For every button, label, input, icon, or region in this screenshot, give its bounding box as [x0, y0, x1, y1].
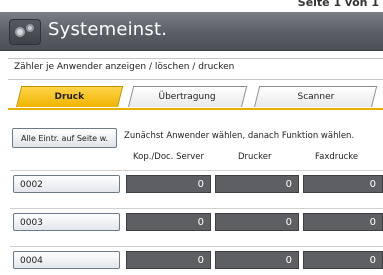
- window-title: Systemeinst.: [48, 19, 168, 40]
- table-row: 0002 0 0 0: [10, 170, 383, 197]
- user-select-button[interactable]: 0002: [13, 175, 120, 193]
- top-strip: Seite 1 von 1: [0, 0, 383, 10]
- function-subheader: Zähler je Anwender anzeigen / löschen / …: [8, 58, 383, 80]
- tab-label: Übertragung: [158, 92, 217, 102]
- tab-uebertragung[interactable]: Übertragung: [128, 86, 248, 107]
- counter-cell: 0: [215, 213, 299, 231]
- column-header-printer: Drucker: [238, 152, 272, 162]
- counter-cell: 0: [303, 213, 383, 231]
- tab-label: Scanner: [297, 92, 334, 102]
- tab-druck[interactable]: Druck: [16, 86, 124, 107]
- title-bar: Systemeinst.: [0, 12, 383, 51]
- counter-cell: 0: [126, 213, 211, 231]
- counter-cell: 0: [303, 251, 383, 269]
- table-row: 0003 0 0 0: [10, 208, 383, 235]
- counter-cell: 0: [126, 175, 211, 193]
- counter-cell: 0: [126, 251, 211, 269]
- user-select-button[interactable]: 0004: [13, 251, 120, 269]
- instruction-text: Zunächst Anwender wählen, danach Funktio…: [124, 131, 355, 141]
- page-indicator: Seite 1 von 1: [297, 0, 379, 9]
- table-row: 0004 0 0 0: [10, 246, 383, 273]
- select-all-on-page-button[interactable]: Alle Eintr. auf Seite w.: [12, 128, 117, 148]
- column-header-faxprints: Faxdrucke: [315, 152, 359, 162]
- tab-scanner[interactable]: Scanner: [254, 86, 378, 107]
- tab-label: Druck: [54, 92, 85, 102]
- counter-cell: 0: [215, 251, 299, 269]
- counter-cell: 0: [303, 175, 383, 193]
- column-header-copy-docserver: Kop./Doc. Server: [133, 152, 205, 162]
- subheader-text: Zähler je Anwender anzeigen / löschen / …: [14, 62, 235, 72]
- tab-bar: Druck Übertragung Scanner: [8, 86, 383, 110]
- settings-gear-icon: [9, 19, 41, 45]
- user-select-button[interactable]: 0003: [13, 213, 120, 231]
- counter-cell: 0: [215, 175, 299, 193]
